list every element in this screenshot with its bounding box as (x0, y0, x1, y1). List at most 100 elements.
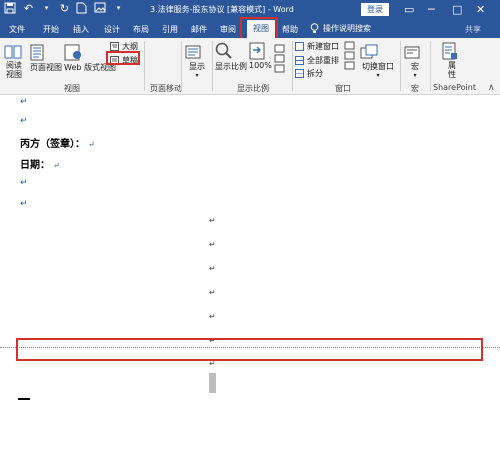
macros-group-label: 宏 (411, 84, 419, 93)
new-window-button[interactable]: 新建窗口 (295, 41, 339, 52)
arrange-all-label: 全部重排 (307, 56, 339, 65)
party-c-text: 丙方（签章）： (20, 139, 85, 150)
switch-windows-label: 切换窗口 (362, 62, 394, 71)
properties-button[interactable]: 属 性 (442, 42, 462, 79)
page-movement-group-label: 页面移动 (150, 84, 182, 93)
split-label: 拆分 (307, 69, 323, 78)
tab-help[interactable]: 帮助 (282, 24, 298, 35)
title-bar: ↶ ▾ ↻ ▾ 3.法律服务-股东协议 [兼容模式] - Word 登录 ▭ ─… (0, 0, 500, 20)
outline-icon (110, 42, 119, 51)
paragraph-mark: ↵ (209, 288, 216, 297)
ribbon-tabs: 文件 开始 插入 设计 布局 引用 邮件 审阅 视图 帮助 操作说明搜索 共享 (0, 20, 500, 38)
tab-file[interactable]: 文件 (9, 24, 25, 35)
web-layout-button[interactable]: Web 版式视图 (64, 44, 116, 73)
magnifier-icon (215, 42, 247, 60)
arrange-all-icon (295, 56, 304, 65)
print-layout-label: 页面视图 (30, 63, 62, 72)
zoom-label: 显示比例 (215, 62, 247, 71)
page-break-highlight (16, 338, 483, 361)
image-icon[interactable] (94, 2, 107, 15)
window-group-label: 窗口 (335, 84, 351, 93)
zoom-button[interactable]: 显示比例 (215, 42, 247, 72)
text-cursor (18, 398, 30, 400)
tell-me-label: 操作说明搜索 (323, 24, 371, 33)
paragraph-mark: ↵ (209, 216, 216, 225)
paragraph-mark: ↵ (209, 240, 216, 249)
lightbulb-icon (310, 23, 319, 34)
save-icon[interactable] (4, 2, 17, 15)
paragraph-mark: ↵ (53, 161, 60, 170)
separator (212, 41, 213, 91)
separator (181, 41, 182, 91)
dropdown-icon[interactable]: ▾ (40, 2, 53, 15)
read-mode-label: 阅读 视图 (6, 61, 22, 79)
tab-view[interactable]: 视图 (247, 20, 275, 38)
macro-icon (404, 44, 426, 60)
pages-icon (274, 44, 288, 74)
tab-layout[interactable]: 布局 (133, 24, 149, 35)
minimize-icon[interactable]: ─ (428, 2, 435, 17)
outline-button[interactable]: 大纲 (110, 41, 138, 52)
web-layout-icon (64, 44, 104, 61)
paragraph-mark: ↵ (20, 178, 28, 188)
sharepoint-group-label: SharePoint (433, 83, 476, 92)
switch-windows-button[interactable]: 切换窗口 ▾ (360, 44, 396, 79)
document-area[interactable]: ↵ ↵ 丙方（签章）： ↵ 日期： ↵ ↵ ↵ ↵ ↵ ↵ ↵ ↵ ↵ ↵ (0, 95, 500, 467)
separator (430, 41, 431, 91)
share-button[interactable]: 共享 (465, 24, 481, 35)
share-label: 共享 (465, 25, 481, 34)
tab-insert[interactable]: 插入 (73, 24, 89, 35)
show-button[interactable]: 显示 ▾ (185, 44, 209, 79)
separator (144, 41, 145, 91)
chevron-down-icon: ▾ (413, 72, 417, 79)
selected-paragraph-mark[interactable] (209, 373, 216, 393)
separator (292, 41, 293, 91)
paragraph-mark: ↵ (88, 140, 95, 149)
multiple-pages-button[interactable] (274, 44, 288, 75)
show-label: 显示 (189, 62, 205, 71)
tell-me-search[interactable]: 操作说明搜索 (310, 23, 371, 34)
paragraph-mark: ↵ (20, 97, 28, 107)
paragraph-mark: ↵ (20, 116, 28, 126)
tab-mailings[interactable]: 邮件 (191, 24, 207, 35)
undo-icon[interactable]: ↶ (22, 2, 35, 15)
quick-access-toolbar: ↶ ▾ ↻ ▾ (4, 2, 125, 15)
draft-icon (110, 56, 119, 65)
text-line: 丙方（签章）： ↵ (20, 135, 95, 150)
side-by-side-button[interactable] (344, 41, 358, 72)
macros-label: 宏 (411, 62, 419, 71)
print-layout-button[interactable]: 页面视图 (30, 44, 62, 73)
draft-button[interactable]: 草稿 (110, 55, 138, 66)
arrange-all-button[interactable]: 全部重排 (295, 55, 339, 66)
zoom-group-label: 显示比例 (237, 84, 269, 93)
date-text: 日期： (20, 160, 50, 171)
close-icon[interactable]: ✕ (476, 2, 485, 17)
side-by-side-icon (344, 41, 358, 71)
tab-review[interactable]: 审阅 (220, 24, 236, 35)
read-mode-button[interactable]: 阅读 视图 (4, 44, 24, 79)
customize-qat-icon[interactable]: ▾ (112, 2, 125, 15)
zoom-100-button[interactable]: 100% (249, 42, 272, 70)
properties-label: 属 性 (448, 61, 456, 79)
text-line: 日期： ↵ (20, 156, 60, 171)
split-button[interactable]: 拆分 (295, 68, 323, 79)
tab-design[interactable]: 设计 (104, 24, 120, 35)
tab-references[interactable]: 引用 (162, 24, 178, 35)
properties-icon (442, 42, 462, 60)
macros-button[interactable]: 宏 ▾ (404, 44, 426, 79)
ribbon-display-options-icon[interactable]: ▭ (404, 2, 414, 17)
print-layout-icon (30, 44, 60, 61)
sign-in-button[interactable]: 登录 (361, 3, 389, 16)
separator (400, 41, 401, 91)
redo-icon[interactable]: ↻ (58, 2, 71, 15)
collapse-ribbon-icon[interactable]: ∧ (488, 83, 495, 93)
switch-windows-icon (360, 44, 396, 60)
tab-home[interactable]: 开始 (43, 24, 59, 35)
maximize-icon[interactable]: □ (452, 2, 462, 17)
draft-label: 草稿 (122, 56, 138, 65)
new-doc-icon[interactable] (76, 2, 89, 15)
new-window-icon (295, 42, 304, 51)
paragraph-mark: ↵ (209, 312, 216, 321)
chevron-down-icon: ▾ (195, 72, 199, 79)
show-icon (185, 44, 209, 60)
